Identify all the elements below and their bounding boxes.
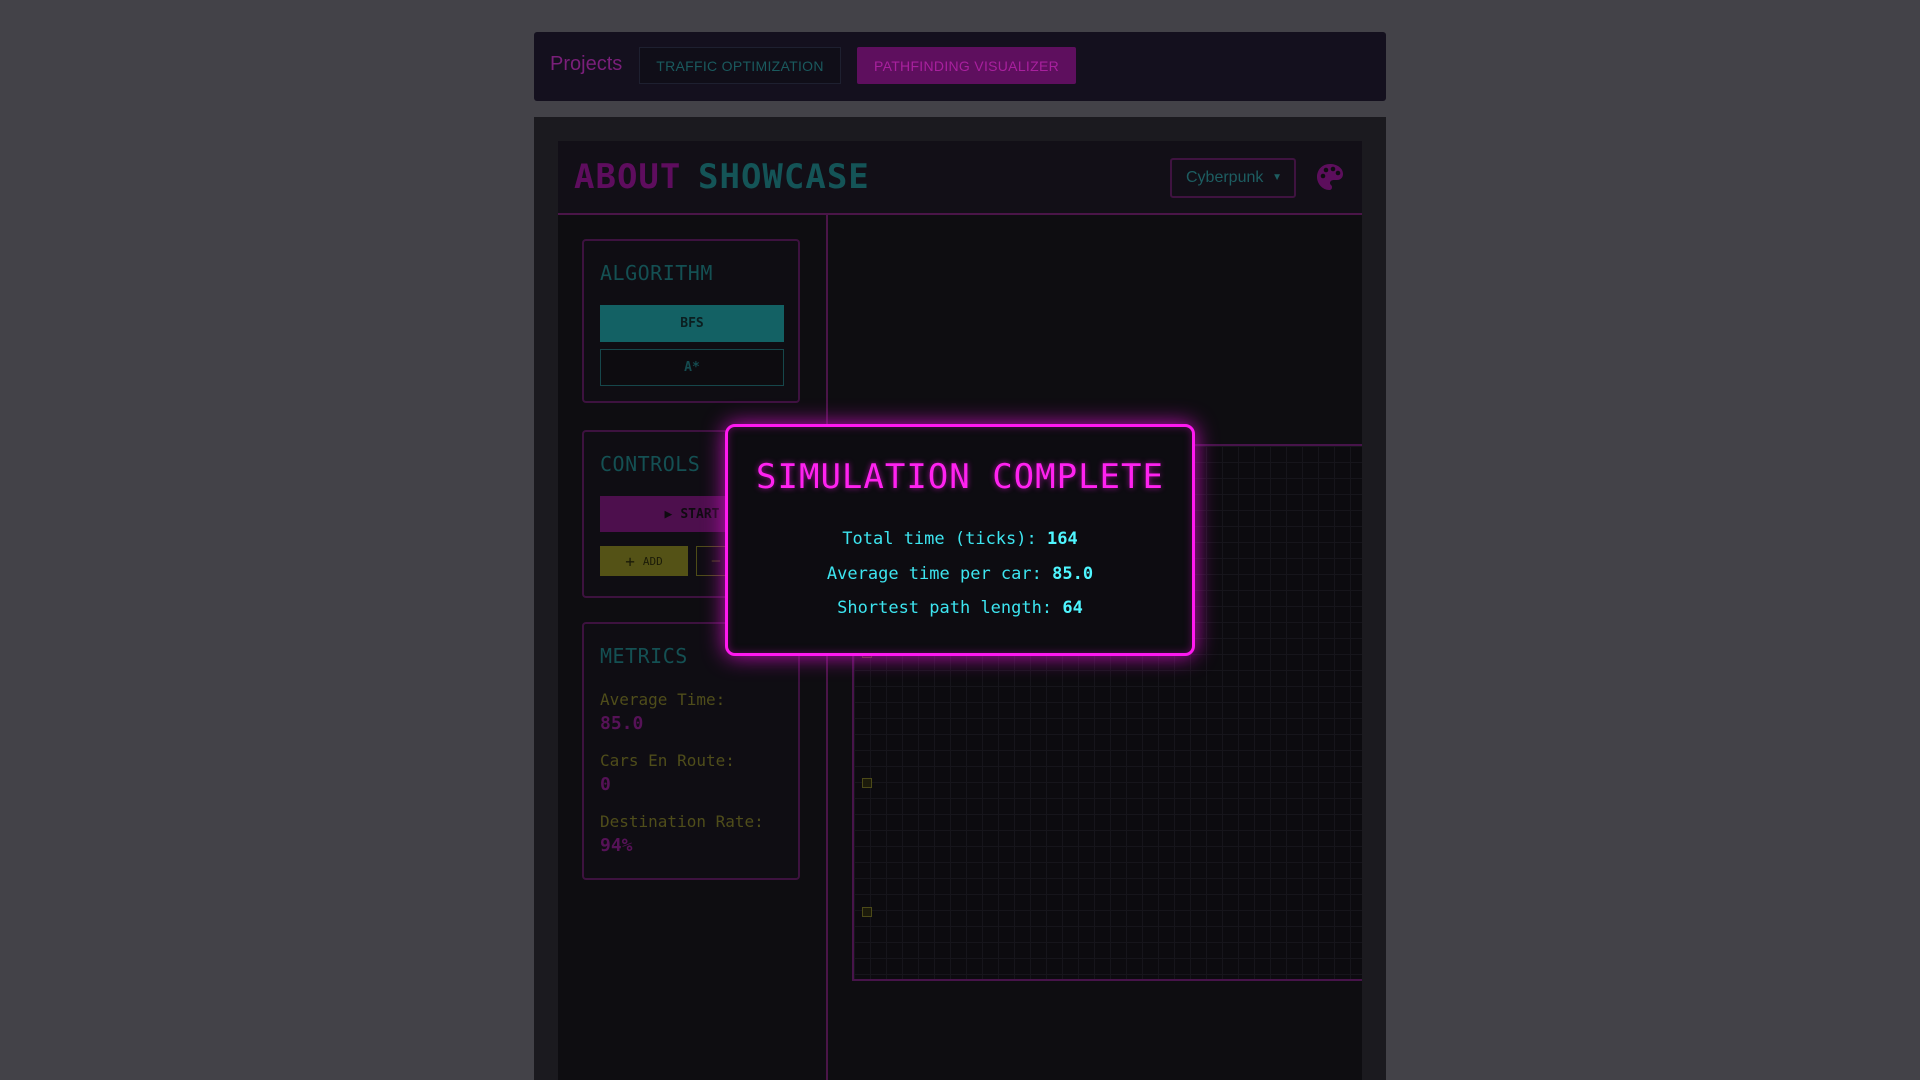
stat-shortest-path: Shortest path length: 64 [728, 598, 1192, 618]
modal-title: SIMULATION COMPLETE [756, 457, 1164, 497]
stat-average-time-label: Average time per car: [826, 564, 1042, 584]
stat-average-time: Average time per car: 85.0 [728, 564, 1192, 584]
stat-shortest-path-value: 64 [1062, 598, 1083, 618]
stat-total-time-label: Total time (ticks): [842, 529, 1037, 549]
stat-average-time-value: 85.0 [1052, 564, 1094, 584]
stat-total-time: Total time (ticks): 164 [728, 529, 1192, 549]
simulation-complete-modal: SIMULATION COMPLETE Total time (ticks): … [725, 424, 1195, 656]
stat-shortest-path-label: Shortest path length: [837, 598, 1053, 618]
stat-total-time-value: 164 [1047, 529, 1078, 549]
modal-overlay: SIMULATION COMPLETE Total time (ticks): … [0, 0, 1920, 1080]
